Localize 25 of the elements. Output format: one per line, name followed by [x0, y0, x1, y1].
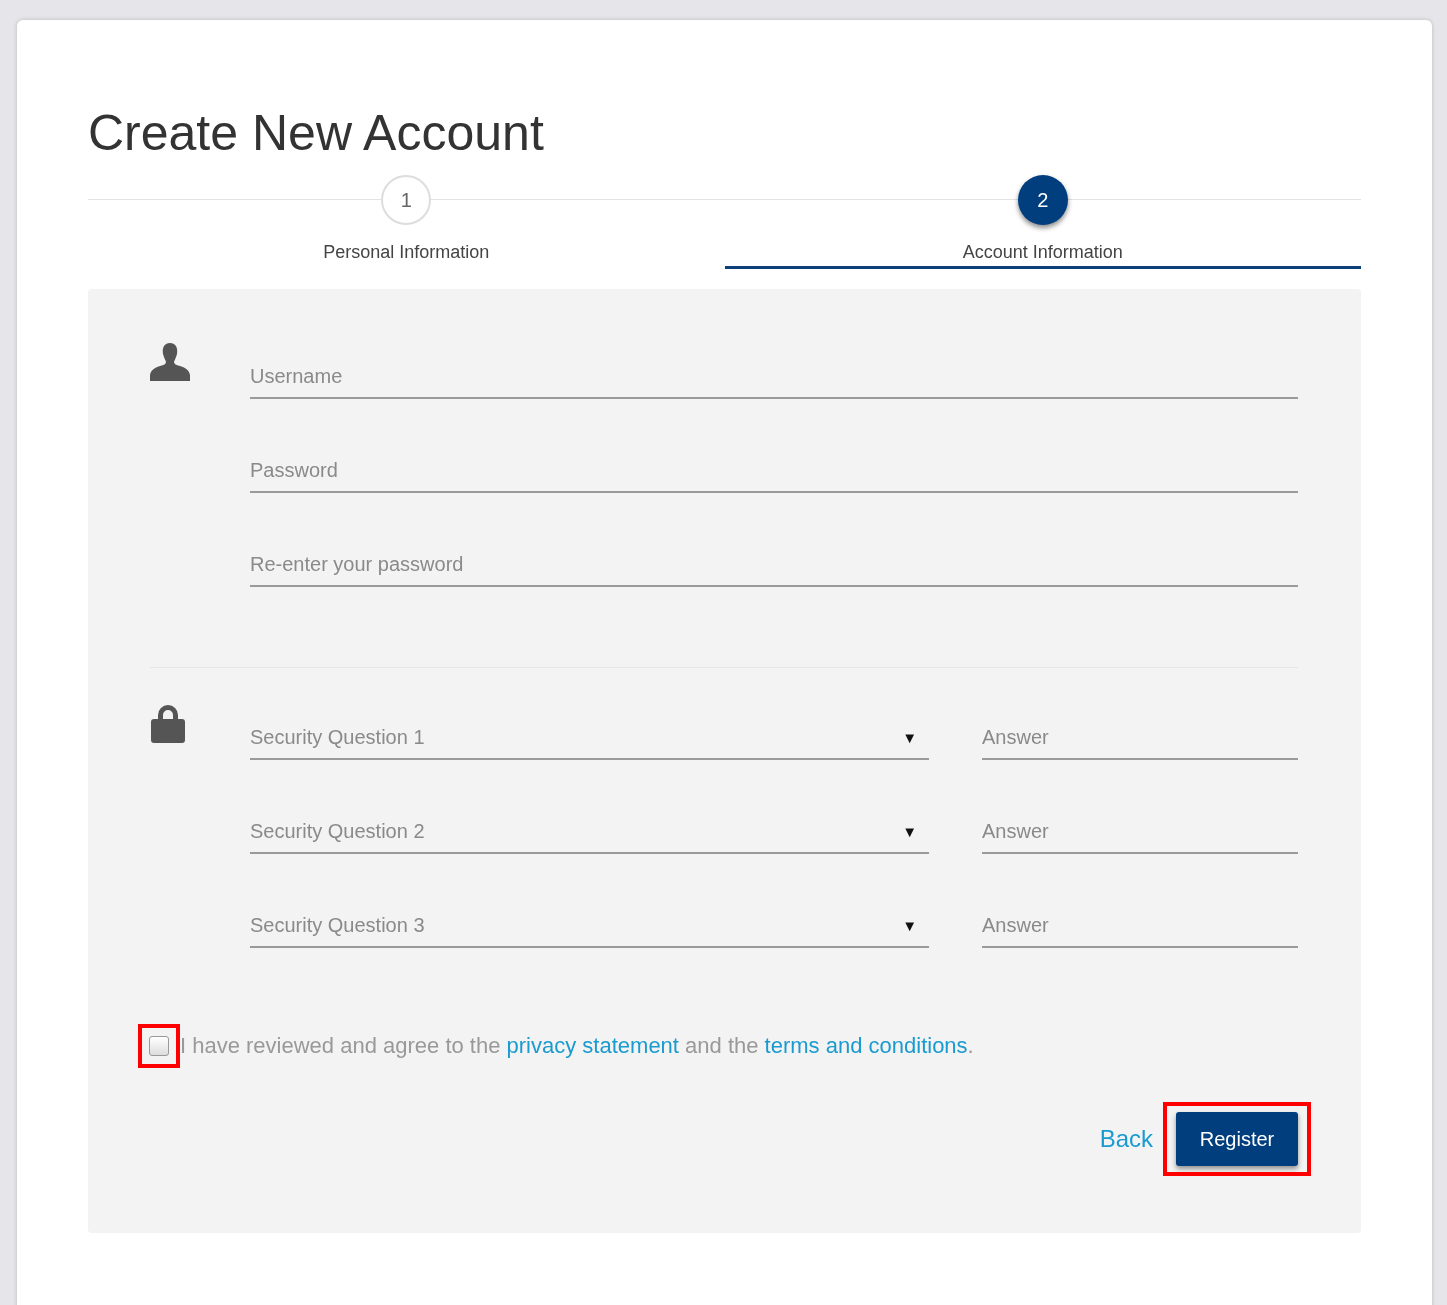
security-question-select[interactable]: Security Question 2 ▼ [250, 814, 929, 854]
step-number: 2 [1017, 175, 1068, 225]
agree-checkbox[interactable] [149, 1036, 169, 1056]
caret-icon: ▼ [902, 916, 917, 934]
input-field[interactable]: Re-enter your password [250, 547, 1298, 587]
page-title: Create New Account [88, 108, 545, 163]
register-button[interactable]: Register [1176, 1112, 1298, 1166]
input-field[interactable]: Username [250, 359, 1298, 399]
agreement-text: I have reviewed and agree to the privacy statement and the terms and conditions. [180, 1033, 974, 1059]
lock-icon [150, 703, 186, 743]
caret-icon: ▼ [902, 822, 917, 840]
security-question-select[interactable]: Security Question 3 ▼ [250, 908, 929, 948]
caret-icon: ▼ [902, 728, 917, 746]
step-label[interactable]: Personal Information [323, 242, 490, 263]
answer-field[interactable]: Answer [982, 908, 1298, 948]
step-number: 1 [381, 175, 432, 225]
agreement-link[interactable]: terms and conditions [764, 1033, 968, 1058]
answer-field[interactable]: Answer [982, 720, 1298, 760]
security-question-select[interactable]: Security Question 1 ▼ [250, 720, 929, 760]
agreement-link[interactable]: privacy statement [506, 1033, 679, 1058]
user-icon [150, 342, 190, 382]
input-field[interactable]: Password [250, 453, 1298, 493]
back-link[interactable]: Back [1099, 1125, 1153, 1153]
step-label[interactable]: Account Information [962, 242, 1123, 263]
answer-field[interactable]: Answer [982, 814, 1298, 854]
